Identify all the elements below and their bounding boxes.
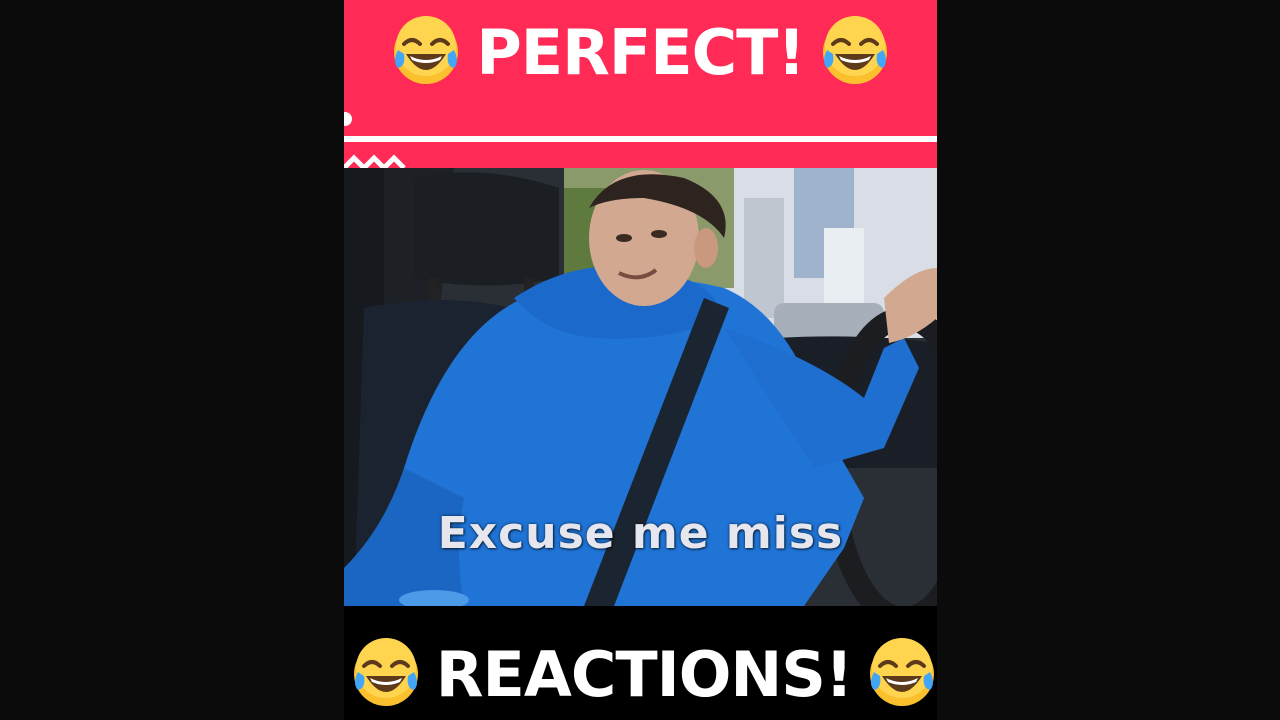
video-frame[interactable]: PERFECT! Excuse me miss REACTIONS!	[344, 0, 937, 720]
video-subtitle: Excuse me miss	[437, 508, 844, 559]
tears-of-joy-icon	[350, 638, 422, 710]
player-stage: PERFECT! Excuse me miss REACTIONS!	[0, 0, 1280, 720]
bottom-headline-text: REACTIONS!	[435, 637, 853, 711]
decorative-line	[344, 136, 937, 142]
top-banner: PERFECT!	[344, 0, 937, 168]
decorative-dot	[344, 112, 352, 126]
tears-of-joy-icon	[390, 16, 462, 88]
bottom-banner: REACTIONS!	[344, 606, 937, 720]
zigzag-decoration	[344, 154, 406, 168]
tears-of-joy-icon	[819, 16, 891, 88]
top-headline-row: PERFECT!	[344, 12, 937, 92]
top-headline-text: PERFECT!	[476, 15, 805, 89]
tears-of-joy-icon	[866, 638, 937, 710]
bottom-headline-row: REACTIONS!	[344, 634, 937, 714]
